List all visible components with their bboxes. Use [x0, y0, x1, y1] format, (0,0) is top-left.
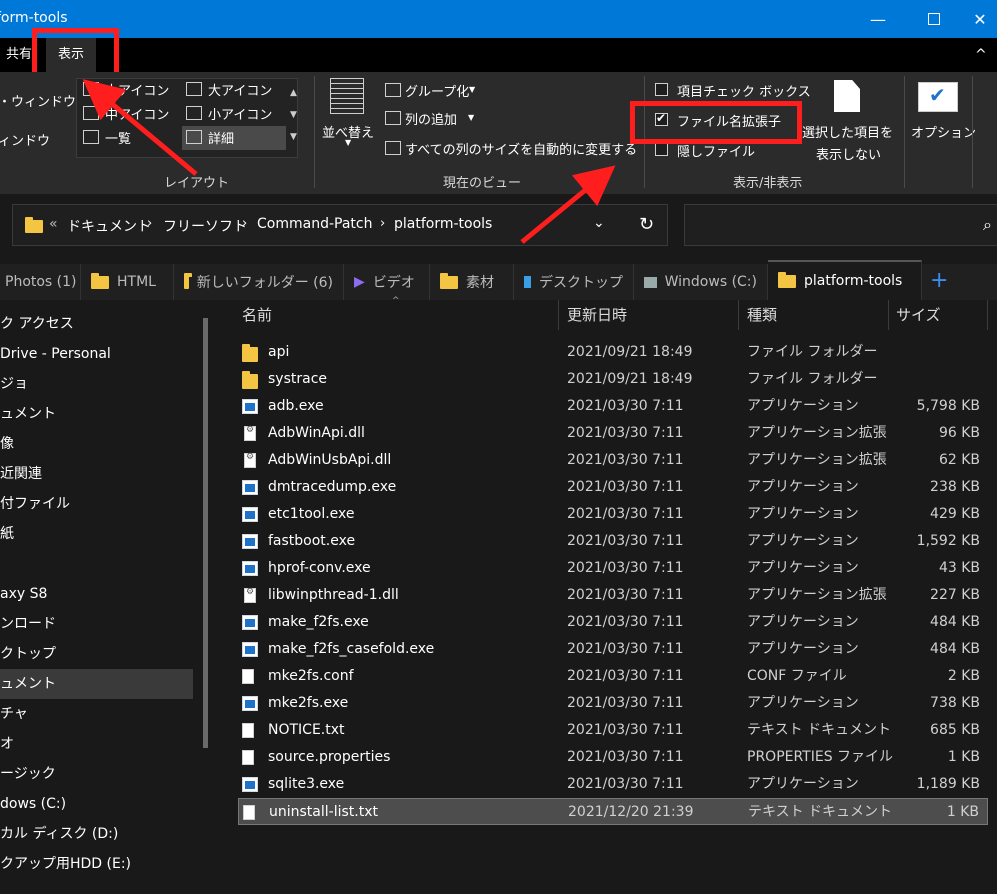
annotation-arrow-view: [82, 79, 198, 176]
annotation-arrow-extensions: [520, 165, 616, 244]
annotation-arrows: [82, 79, 616, 244]
